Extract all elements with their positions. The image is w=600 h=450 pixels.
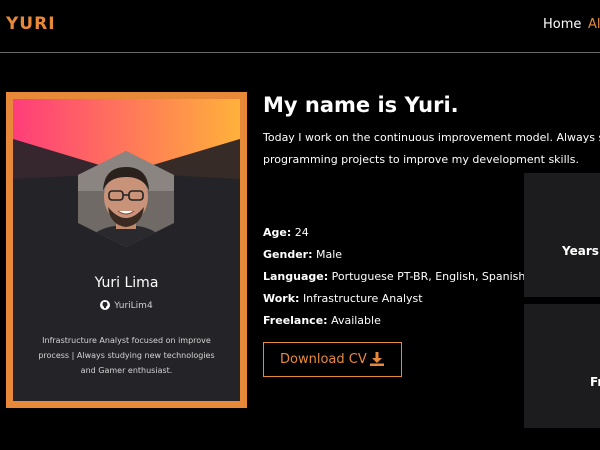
github-link[interactable]: YuriLim4 [13, 300, 240, 311]
profile-bio: Infrastructure Analyst focused on improv… [38, 336, 215, 375]
stat-label: Fr [590, 375, 600, 389]
info-label: Work: [263, 292, 300, 305]
info-value: Male [315, 248, 343, 261]
stat-box-years: Years [524, 173, 600, 297]
stat-label: Years [562, 244, 599, 258]
about-heading: My name is Yuri. [263, 93, 459, 117]
download-cv-button[interactable]: Download CV [263, 342, 402, 377]
info-label: Age: [263, 226, 292, 239]
download-icon [370, 352, 384, 366]
profile-name: Yuri Lima [94, 275, 159, 291]
info-row-gender: Gender: Male [263, 248, 342, 261]
github-handle: YuriLim4 [114, 301, 153, 311]
info-row-language: Language: Portuguese PT-BR, English, Spa… [263, 270, 525, 283]
info-row-work: Work: Infrastructure Analyst [263, 292, 423, 305]
profile-avatar [78, 151, 174, 247]
info-label: Language: [263, 270, 329, 283]
profile-card: Yuri Lima YuriLim4 Infrastructure Analys… [6, 92, 247, 408]
download-cv-label: Download CV [280, 352, 367, 367]
info-row-age: Age: 24 [263, 226, 309, 239]
nav-link-home[interactable]: Home [543, 17, 581, 32]
top-navbar: YURI Home Al [0, 0, 600, 53]
info-label: Freelance: [263, 314, 328, 327]
nav-link-about[interactable]: Al [588, 17, 600, 32]
info-label: Gender: [263, 248, 313, 261]
info-row-freelance: Freelance: Available [263, 314, 381, 327]
site-logo[interactable]: YURI [6, 14, 56, 34]
stat-box-freelance: Fr [524, 304, 600, 428]
info-value: 24 [294, 226, 309, 239]
info-value: Available [331, 314, 381, 327]
info-value: Portuguese PT-BR, English, Spanish [331, 270, 526, 283]
github-icon [100, 300, 111, 310]
info-value: Infrastructure Analyst [302, 292, 423, 305]
about-intro: Today I work on the continuous improveme… [263, 131, 600, 166]
